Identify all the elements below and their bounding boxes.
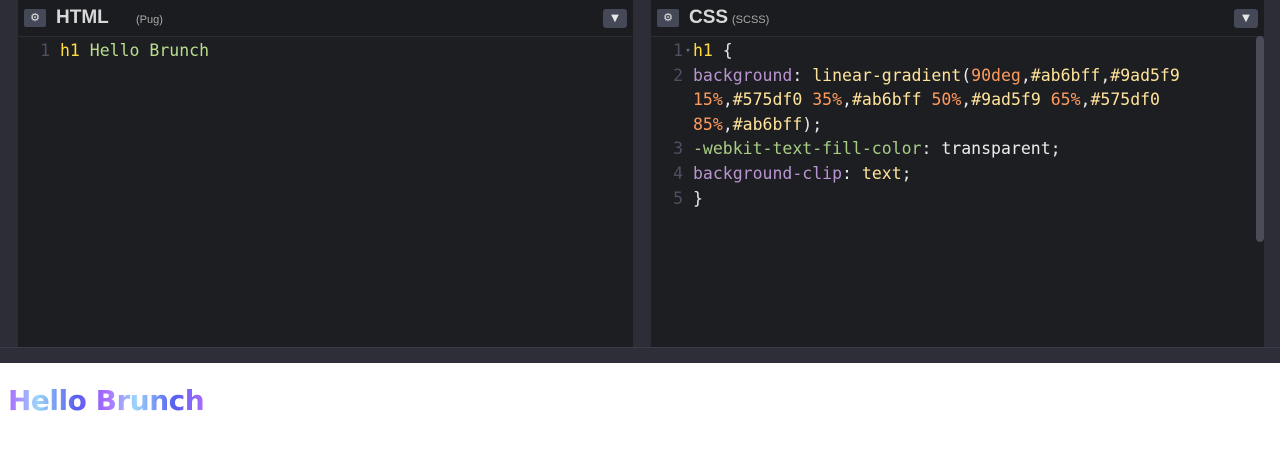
line-number: 1 xyxy=(40,41,50,60)
code-token: transparent xyxy=(941,139,1051,159)
line-number: 1 xyxy=(673,41,683,60)
code-token: 85% xyxy=(693,114,723,134)
line-number: 3 xyxy=(673,139,683,159)
code-token: #575df0 xyxy=(732,90,803,110)
code-token: 15% xyxy=(693,90,723,110)
code-token: 90deg xyxy=(971,65,1021,85)
code-line[interactable]: 4 background-clip: text; xyxy=(651,162,1264,187)
code-token: #ab6bff xyxy=(851,90,922,110)
code-token: #9ad5f9 xyxy=(1110,65,1180,85)
code-token: : xyxy=(792,65,813,85)
code-line[interactable]: 5} xyxy=(651,187,1264,212)
code-token: #ab6bff xyxy=(1030,65,1101,85)
code-token: ; xyxy=(1050,139,1061,159)
code-token: background xyxy=(693,65,793,85)
code-token: #575df0 xyxy=(1090,90,1160,110)
fold-arrow-icon[interactable]: ▾ xyxy=(683,39,693,64)
code-content: 85%,#ab6bff); xyxy=(693,113,822,138)
code-token: #9ad5f9 xyxy=(971,90,1041,110)
code-token: 35% xyxy=(812,90,843,110)
code-token: Hello Brunch xyxy=(79,41,210,60)
gear-icon: ⚙ xyxy=(30,11,40,24)
code-token: -webkit-text-fill-color xyxy=(693,139,922,159)
code-token: linear-gradient xyxy=(812,65,962,85)
code-content: h1 { xyxy=(693,39,733,64)
code-token: : xyxy=(842,163,862,183)
line-number: 5 xyxy=(673,188,683,208)
code-token: , xyxy=(842,90,852,110)
code-token: { xyxy=(712,41,733,60)
code-content: h1 Hello Brunch xyxy=(60,39,209,64)
line-number: 2 xyxy=(673,65,683,85)
code-token: ; xyxy=(901,163,912,183)
editor-resize-bar[interactable] xyxy=(0,347,1280,364)
code-content: -webkit-text-fill-color: transparent; xyxy=(693,137,1061,162)
code-token: text xyxy=(861,163,902,183)
css-pane-header: ⚙ CSS (SCSS) ▼ xyxy=(651,0,1264,37)
code-line[interactable]: 3 -webkit-text-fill-color: transparent; xyxy=(651,137,1264,162)
result-preview: Hello Brunch xyxy=(0,363,1280,456)
code-token: } xyxy=(693,188,703,208)
code-token: , xyxy=(722,114,733,134)
html-editor-pane: ⚙ HTML (Pug) ▼ 1 h1 Hello Brunch xyxy=(18,0,633,347)
code-token: #ab6bff xyxy=(732,114,803,134)
code-token: , xyxy=(961,90,972,110)
code-token: ); xyxy=(802,114,823,134)
css-code-editor[interactable]: 1 ▾ h1 {2 background: linear-gradient(90de… xyxy=(651,39,1264,211)
code-token: : xyxy=(921,139,942,159)
css-pane-title: CSS xyxy=(689,7,729,28)
code-line[interactable]: 2 background: linear-gradient(90deg,#ab6… xyxy=(651,64,1264,89)
code-content: background: linear-gradient(90deg,#ab6bf… xyxy=(693,64,1180,89)
css-settings-button[interactable]: ⚙ xyxy=(657,9,679,27)
code-token: 50% xyxy=(931,90,962,110)
gear-icon: ⚙ xyxy=(663,11,673,24)
code-token: , xyxy=(1080,90,1091,110)
css-editor-pane: ⚙ CSS (SCSS) ▼ 1 ▾ h1 {2 background: linea… xyxy=(651,0,1264,347)
code-token: 65% xyxy=(1050,90,1081,110)
code-token: h1 xyxy=(60,41,80,60)
html-settings-button[interactable]: ⚙ xyxy=(24,9,46,27)
html-code-editor[interactable]: 1 h1 Hello Brunch xyxy=(18,39,633,64)
code-line[interactable]: 85%,#ab6bff); xyxy=(651,113,1264,138)
html-collapse-button[interactable]: ▼ xyxy=(603,9,627,28)
css-pane-preprocessor: (SCSS) xyxy=(732,14,770,26)
code-editor-area: ⚙ HTML (Pug) ▼ 1 h1 Hello Brunch ⚙ CSS (S… xyxy=(0,0,1280,364)
code-token: h1 xyxy=(693,41,713,60)
css-editor-scrollbar[interactable] xyxy=(1256,36,1264,242)
code-token: background-clip xyxy=(693,163,843,183)
code-line[interactable]: 15%,#575df0 35%,#ab6bff 50%,#9ad5f9 65%,… xyxy=(651,88,1264,113)
html-pane-header: ⚙ HTML (Pug) ▼ xyxy=(18,0,633,37)
code-content: 15%,#575df0 35%,#ab6bff 50%,#9ad5f9 65%,… xyxy=(693,88,1160,113)
code-line[interactable]: 1 ▾ h1 { xyxy=(651,39,1264,64)
code-content: background-clip: text; xyxy=(693,162,912,187)
code-content: } xyxy=(693,187,703,212)
chevron-down-icon: ▼ xyxy=(611,13,619,24)
css-collapse-button[interactable]: ▼ xyxy=(1234,9,1258,28)
code-token: , xyxy=(722,90,733,110)
code-line[interactable]: 1 h1 Hello Brunch xyxy=(18,39,633,64)
html-pane-preprocessor: (Pug) xyxy=(136,14,163,26)
preview-heading: Hello Brunch xyxy=(8,384,205,417)
line-number: 4 xyxy=(673,163,683,183)
chevron-down-icon: ▼ xyxy=(1242,13,1250,24)
html-pane-title: HTML xyxy=(56,7,109,28)
code-token: , xyxy=(1100,65,1111,85)
code-token: ( xyxy=(961,65,972,85)
code-token: , xyxy=(1020,65,1031,85)
